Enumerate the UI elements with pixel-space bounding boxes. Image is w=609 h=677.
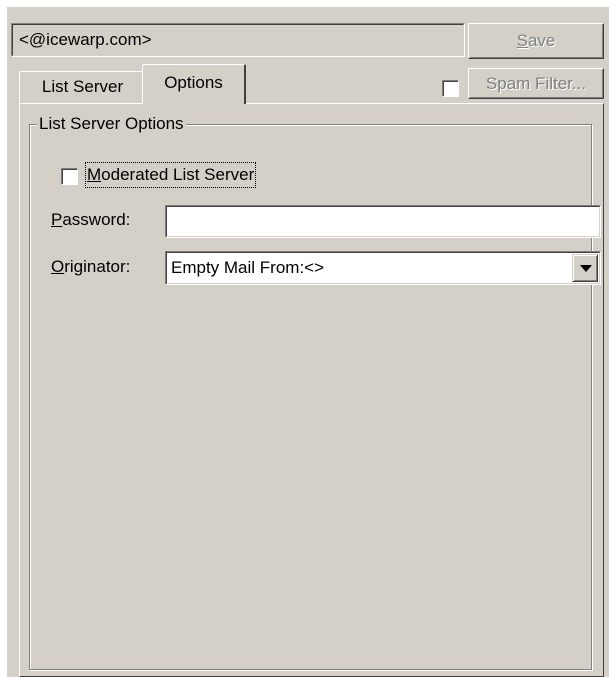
tab-list-server[interactable]: List Server <box>19 71 146 103</box>
password-value <box>166 206 600 237</box>
save-label-accesskey: S <box>516 31 528 50</box>
chevron-down-icon <box>580 265 592 272</box>
password-label: Password: <box>51 210 131 229</box>
email-address-field[interactable]: <@icewarp.com> <box>11 23 465 57</box>
email-address-text: <@icewarp.com> <box>12 24 464 56</box>
spam-filter-checkbox[interactable] <box>442 80 459 97</box>
originator-select[interactable]: Empty Mail From:<> <box>165 251 601 285</box>
tab-options[interactable]: Options <box>142 64 246 104</box>
password-input[interactable] <box>165 205 601 238</box>
originator-label: Originator: <box>51 257 131 276</box>
list-server-options-group: List Server Options Moderated List Serve… <box>29 113 601 670</box>
tab-options-label: Options <box>164 73 223 92</box>
moderated-list-server-label[interactable]: Moderated List Server <box>84 162 257 188</box>
save-label-rest: ave <box>527 31 556 50</box>
originator-selected-value: Empty Mail From:<> <box>171 258 325 277</box>
tab-list-server-label: List Server <box>41 77 124 96</box>
list-server-window: <@icewarp.com> Save Spam Filter... List … <box>7 7 609 677</box>
group-title: List Server Options <box>37 113 186 135</box>
originator-dropdown-button[interactable] <box>572 254 598 282</box>
spam-filter-button[interactable]: Spam Filter... <box>468 68 604 99</box>
spam-filter-label: Spam Filter... <box>469 69 603 98</box>
options-tab-panel: List Server Options Moderated List Serve… <box>19 103 604 677</box>
save-button[interactable]: Save <box>468 23 604 59</box>
moderated-list-server-checkbox[interactable] <box>61 168 78 185</box>
